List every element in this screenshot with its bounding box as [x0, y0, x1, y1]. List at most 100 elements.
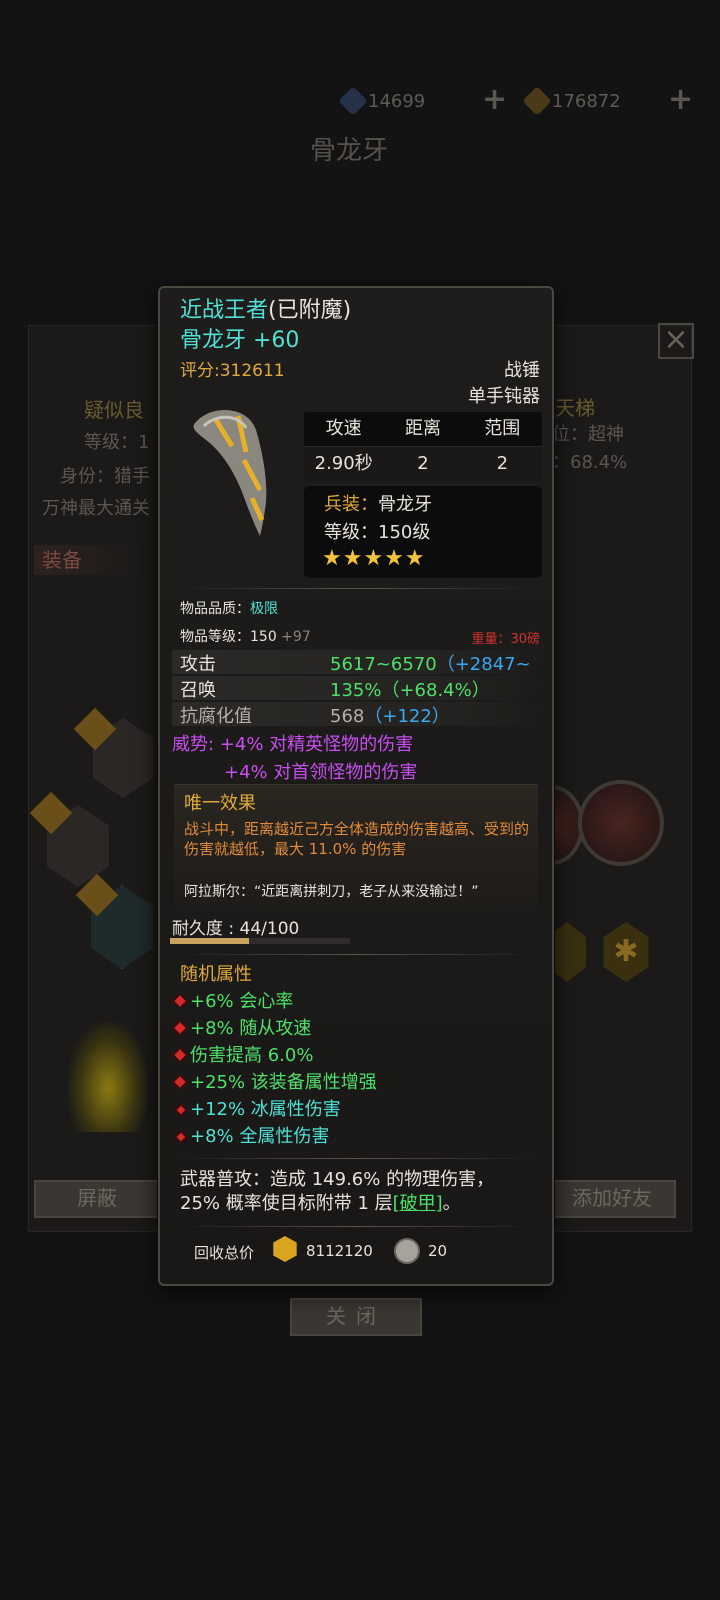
- weapon-name-line: 兵装：骨龙牙: [324, 490, 432, 516]
- divider: [174, 1158, 538, 1159]
- item-level-value: 150: [250, 629, 277, 645]
- page-title: 骨龙牙: [310, 136, 389, 166]
- close-button[interactable]: 关闭: [290, 1298, 422, 1336]
- quality-line: 物品品质：极限: [180, 598, 278, 618]
- random-attr: 伤害提高 6.0%: [172, 1042, 377, 1069]
- item-level-label: 物品等级：: [180, 629, 250, 645]
- star-rating: ★★★★★: [322, 546, 426, 571]
- random-attr: +8% 全属性伤害: [172, 1123, 377, 1150]
- durability-bar: [170, 938, 350, 944]
- gem-counter: 14699: [338, 86, 425, 116]
- max-pass-text: 万神最大通关: [42, 498, 150, 519]
- stats-header-row: 攻速 距离 范围: [304, 412, 542, 447]
- close-icon[interactable]: ×: [658, 323, 694, 359]
- combat-stats-table: 攻速 距离 范围 2.90秒 2 2: [304, 412, 542, 481]
- attr-value-attack: 5617~6570（+2847~3: [330, 650, 530, 676]
- red-diamond-icon: [174, 1049, 186, 1061]
- item-name: 骨龙牙 +60: [180, 328, 300, 353]
- attr-value-corruption: 568（+122）: [330, 702, 450, 728]
- might-line-1: 威势: +4% 对精英怪物的伤害: [172, 734, 414, 755]
- player-level: 等级：1: [84, 432, 150, 453]
- item-type: 战锤: [504, 360, 540, 381]
- gold-icon: [522, 86, 552, 116]
- unique-effect-box: 唯一效果 战斗中，距离越近己方全体造成的伤害越高、受到的伤害就越低，最大 11.…: [174, 784, 538, 911]
- player-name: 疑似良: [84, 398, 144, 422]
- unique-desc: 战斗中，距离越近己方全体造成的伤害越高、受到的伤害就越低，最大 11.0% 的伤…: [184, 820, 530, 858]
- item-level-bonus: +97: [281, 629, 311, 645]
- weapon-attack-desc: 武器普攻：造成 149.6% 的物理伤害， 25% 概率使目标附带 1 层[破甲…: [180, 1168, 494, 1216]
- player-identity: 身份：猎手: [60, 466, 150, 487]
- random-attrs-title: 随机属性: [180, 964, 252, 985]
- weapon-attack-line: 25% 概率使目标附带 1 层[破甲]。: [180, 1193, 461, 1214]
- gold-count: 176872: [552, 90, 621, 112]
- attr-bonus: （+2847~3: [436, 654, 530, 675]
- item-prefix-line: 近战王者(已附魔): [180, 292, 351, 324]
- red-diamond-icon: [176, 1132, 186, 1142]
- quality-label: 物品品质：: [180, 601, 250, 617]
- attr-value: 135%: [330, 680, 382, 701]
- divider: [174, 588, 538, 589]
- red-diamond-icon: [174, 1076, 186, 1088]
- level-label: 等级：: [324, 522, 378, 543]
- equip-tab[interactable]: 装备: [34, 545, 142, 575]
- silver-gear-icon: [394, 1238, 420, 1264]
- gold-counter: 176872: [522, 86, 621, 116]
- random-attrs-list: +6% 会心率 +8% 随从攻速 伤害提高 6.0% +25% 该装备属性增强 …: [172, 988, 377, 1150]
- divider: [174, 1226, 538, 1227]
- add-gem-button[interactable]: +: [482, 82, 507, 117]
- weapon-name: 骨龙牙: [378, 494, 432, 515]
- stats-value-row: 2.90秒 2 2: [304, 447, 542, 481]
- weight: 重量：30磅: [471, 632, 540, 647]
- quality-value: 极限: [250, 601, 278, 617]
- weapon-info-box: 兵装：骨龙牙 等级：150级 ★★★★★: [304, 486, 542, 578]
- red-diamond-icon: [174, 1022, 186, 1034]
- random-attr: +8% 随从攻速: [172, 1015, 377, 1042]
- armor-break-link[interactable]: [破甲]: [393, 1193, 443, 1214]
- ladder-percent: ：68.4%: [552, 452, 628, 473]
- gold-coin-icon: [273, 1236, 297, 1262]
- attr-value-summon: 135%（+68.4%）: [330, 676, 490, 702]
- durability-fill: [170, 938, 250, 944]
- attr-value: 568: [330, 706, 365, 727]
- item-subtype: 单手钝器: [468, 386, 540, 407]
- weapon-image: [182, 400, 282, 538]
- item-level-line: 物品等级：150 +97: [180, 626, 311, 646]
- durability-text: 耐久度 : 44/100: [172, 919, 300, 939]
- ladder-rank: 位：超神: [552, 424, 624, 445]
- weapon-attack-line: 武器普攻：造成 149.6% 的物理伤害，: [180, 1169, 495, 1190]
- flame-icon: [68, 1022, 148, 1132]
- random-attr: +12% 冰属性伤害: [172, 1096, 377, 1123]
- skill-icon[interactable]: [578, 780, 664, 866]
- block-button[interactable]: 屏蔽: [34, 1180, 160, 1218]
- add-gold-button[interactable]: +: [668, 82, 693, 117]
- attr-name-attack: 攻击: [180, 654, 216, 675]
- unique-title: 唯一效果: [184, 793, 256, 814]
- stat-header: 距离: [404, 418, 441, 439]
- attr-name-corruption: 抗腐化值: [180, 706, 252, 727]
- item-tooltip: 近战王者(已附魔) 骨龙牙 +60 评分:312611 战锤 单手钝器 攻速 距…: [158, 286, 554, 1286]
- attr-name-summon: 召唤: [180, 680, 216, 701]
- level-value: 150级: [378, 522, 431, 543]
- stat-value: 2: [417, 453, 429, 474]
- enchant-status: (已附魔): [268, 298, 352, 323]
- stat-value: 2: [496, 453, 509, 474]
- divider: [174, 954, 538, 955]
- gem-icon: [338, 86, 368, 116]
- attr-bonus: （+122）: [364, 706, 450, 727]
- random-attr: +25% 该装备属性增强: [172, 1069, 377, 1096]
- item-quote: 阿拉斯尔：“近距离拼刺刀，老子从来没输过！”: [184, 884, 479, 900]
- might-line-2: +4% 对首领怪物的伤害: [224, 762, 418, 783]
- ladder-title: 天梯: [555, 396, 595, 420]
- stat-value: 2.90秒: [314, 453, 373, 474]
- weapon-level-line: 等级：150级: [324, 518, 430, 544]
- add-friend-button[interactable]: 添加好友: [548, 1180, 676, 1218]
- stat-header: 范围: [484, 418, 521, 439]
- random-attr: +6% 会心率: [172, 988, 377, 1015]
- recycle-gold: 8112120: [306, 1242, 373, 1260]
- stat-header: 攻速: [325, 418, 362, 439]
- recycle-other: 20: [428, 1242, 448, 1260]
- attr-value: 5617~6570: [330, 654, 437, 675]
- recycle-label: 回收总价: [194, 1244, 255, 1262]
- red-diamond-icon: [174, 995, 186, 1007]
- weapon-label: 兵装：: [324, 494, 378, 515]
